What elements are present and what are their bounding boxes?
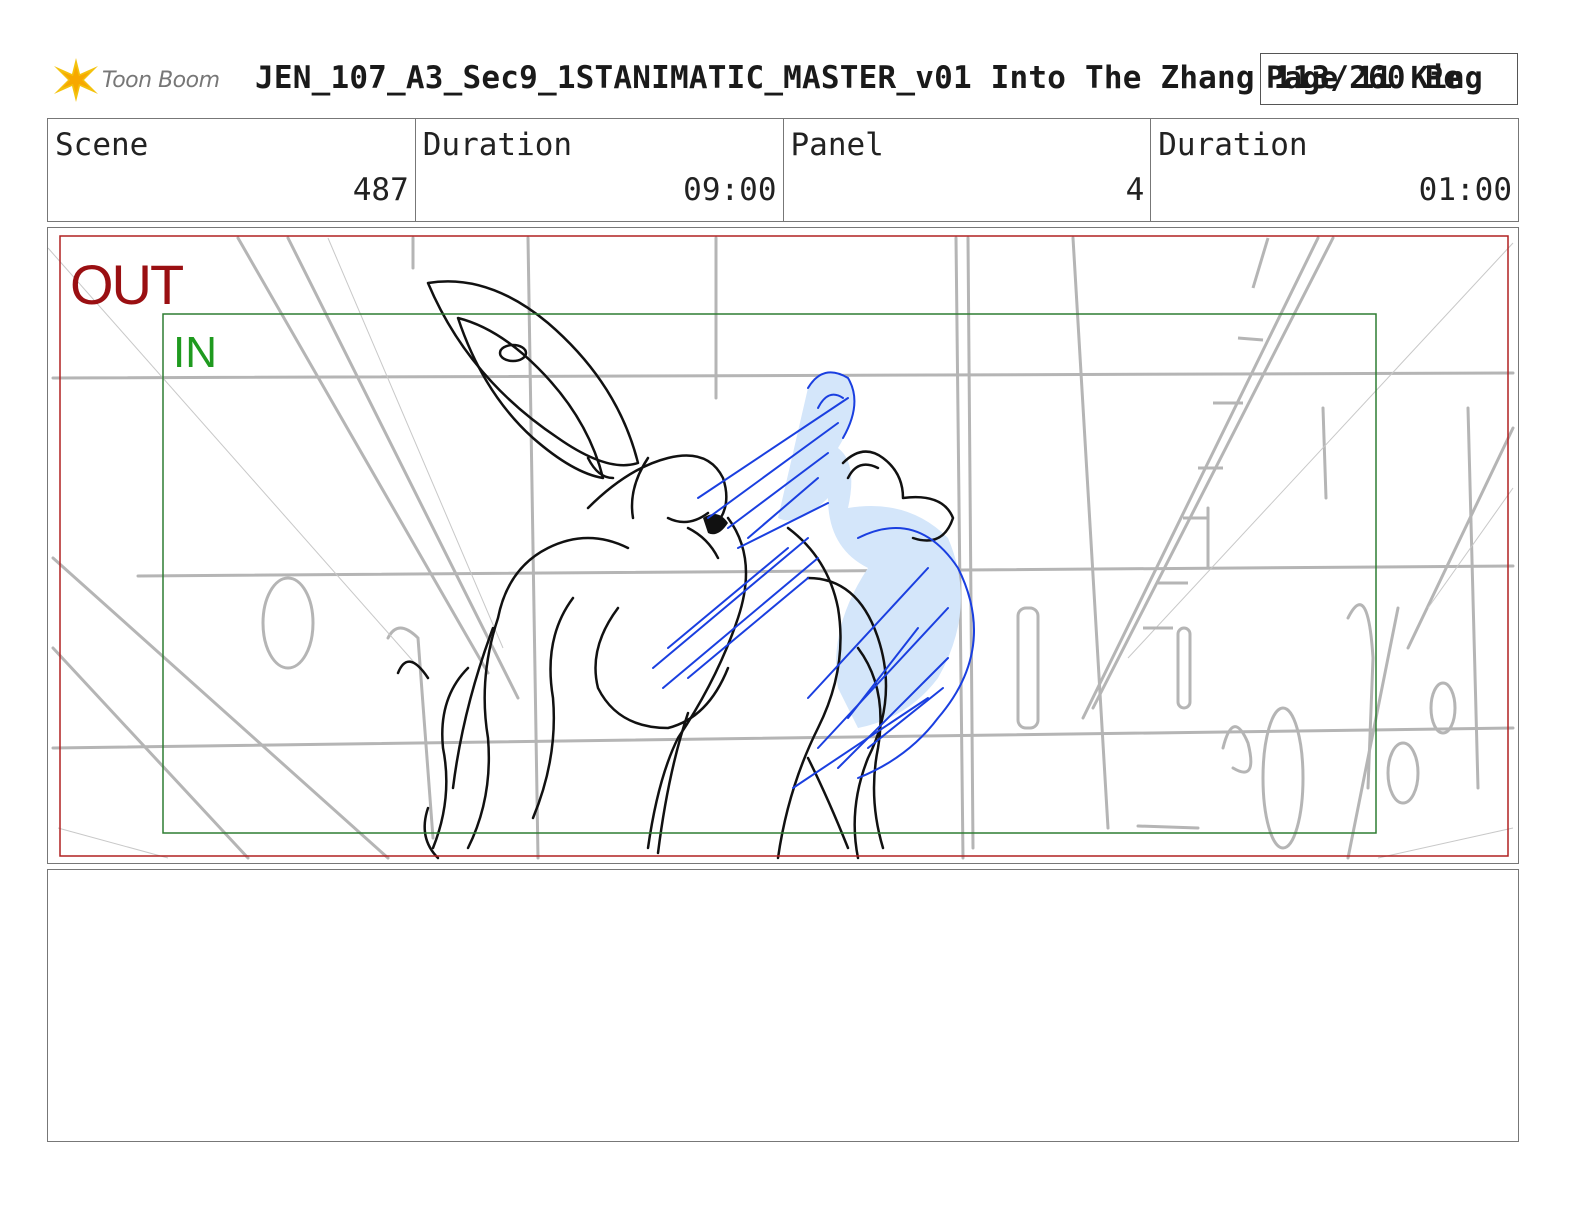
panel-label: Panel [790,127,884,163]
starburst-icon [54,58,98,102]
logo-text: Toon Boom [102,67,220,93]
scene-duration-value: 09:00 [683,172,777,208]
panel-cell: Panel 4 [784,119,1152,221]
character-eye [703,514,728,535]
notes-box [47,869,1519,1142]
scene-value: 487 [352,172,409,208]
scene-duration-cell: Duration 09:00 [416,119,784,221]
background-thin-lines [48,237,1514,859]
toon-boom-logo: Toon Boom [52,56,220,104]
out-safe-frame [59,235,1509,857]
scene-duration-label: Duration [422,127,573,163]
background-sketch [51,236,1515,860]
panel-duration-label: Duration [1158,127,1308,163]
panel-info-table: Scene 487 Duration 09:00 Panel 4 Duratio… [47,118,1519,222]
in-frame-label: IN [173,328,217,377]
scene-label: Scene [55,127,149,163]
page-number: Page 11 King [1266,61,1483,96]
panel-duration-value: 01:00 [1418,172,1512,208]
panel-duration-cell: Duration 01:00 [1151,119,1518,221]
panel-sketch [48,235,1515,860]
panel-value: 4 [1125,172,1145,208]
page-header: Toon Boom JEN_107_A3_Sec9_1STANIMATIC_MA… [50,52,1584,108]
storyboard-panel: OUT IN [47,227,1519,864]
out-frame-label: OUT [70,253,184,316]
scene-cell: Scene 487 [48,119,416,221]
